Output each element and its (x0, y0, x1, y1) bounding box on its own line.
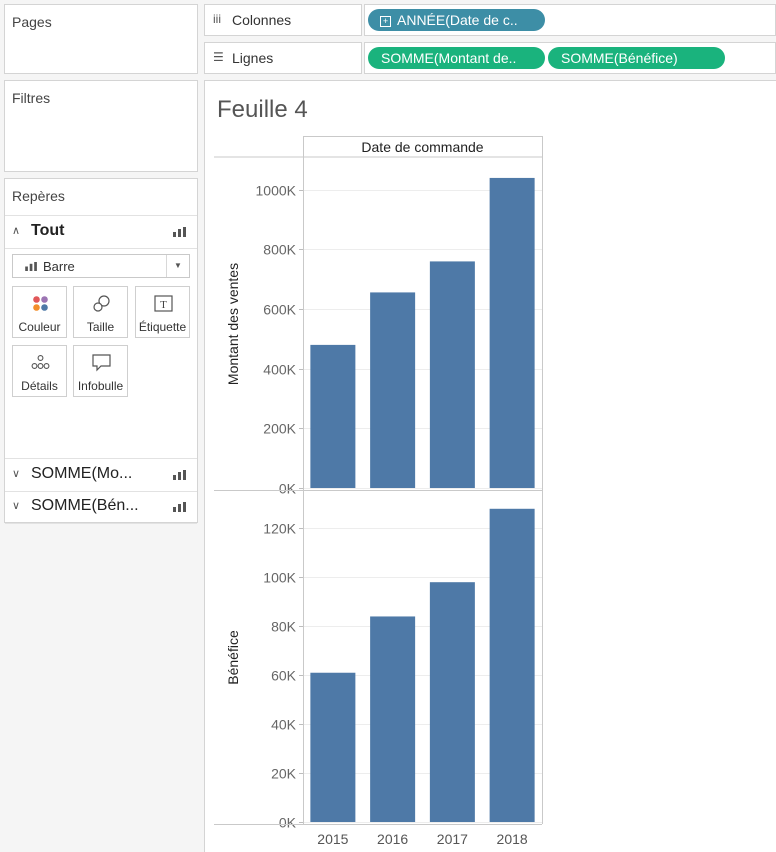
rows-label: Lignes (232, 50, 274, 66)
columns-shelf: iii Colonnes + ANNÉE(Date de c.. (204, 4, 776, 36)
color-label: Couleur (18, 320, 61, 334)
rows-icon: ☰ (213, 50, 224, 64)
columns-shelf-label: iii Colonnes (204, 4, 362, 36)
filters-card[interactable]: Filtres (4, 80, 198, 172)
color-button[interactable]: Couleur (12, 286, 67, 338)
rows-shelf-label: ☰ Lignes (204, 42, 362, 74)
columns-label: Colonnes (232, 12, 292, 28)
label-label: Étiquette (138, 320, 187, 334)
chevron-down-icon[interactable]: ∨ (12, 467, 20, 480)
expand-icon[interactable]: + (380, 16, 391, 27)
columns-icon: iii (213, 12, 221, 26)
label-button[interactable]: T Étiquette (135, 286, 190, 338)
column-pill-label: ANNÉE(Date de c.. (397, 12, 518, 28)
tooltip-icon (92, 354, 111, 372)
size-label: Taille (86, 320, 115, 334)
row-pill-profit[interactable]: SOMME(Bénéfice) (548, 47, 725, 69)
measure-row-label: SOMME(Bén... (31, 497, 139, 514)
pages-title: Pages (12, 14, 52, 30)
bar-chart-icon (25, 262, 37, 271)
marks-measure-row-sales[interactable]: ∨ SOMME(Mo... (5, 458, 197, 492)
detail-button[interactable]: Détails (12, 345, 67, 397)
marks-card: Repères ∧ Tout Barre ▼ Couleur Taille T (4, 178, 198, 524)
mark-type-value: Barre (43, 259, 75, 274)
chevron-down-icon[interactable]: ▼ (166, 255, 189, 277)
marks-title: Repères (12, 188, 65, 204)
chevron-down-icon[interactable]: ∨ (12, 499, 20, 512)
column-pill-year[interactable]: + ANNÉE(Date de c.. (368, 9, 545, 31)
tooltip-button[interactable]: Infobulle (73, 345, 128, 397)
filters-title: Filtres (12, 90, 51, 106)
detail-icon (31, 355, 50, 369)
rows-drop-area[interactable]: SOMME(Montant de.. SOMME(Bénéfice) (364, 42, 776, 74)
detail-label: Détails (21, 379, 58, 393)
marks-all-label: Tout (31, 222, 65, 239)
mark-type-dropdown[interactable]: Barre ▼ (12, 254, 190, 278)
measure-row-label: SOMME(Mo... (31, 465, 133, 482)
sheet-title: Feuille 4 (217, 96, 308, 123)
row-pill-sales[interactable]: SOMME(Montant de.. (368, 47, 545, 69)
bar-chart-icon (173, 227, 186, 237)
chevron-up-icon[interactable]: ∧ (12, 224, 20, 237)
bar-chart-icon (173, 470, 186, 480)
bar-chart-icon (173, 502, 186, 512)
color-icon (33, 296, 48, 311)
view-area (204, 80, 776, 852)
columns-drop-area[interactable]: + ANNÉE(Date de c.. (364, 4, 776, 36)
size-button[interactable]: Taille (73, 286, 128, 338)
pages-card[interactable]: Pages (4, 4, 198, 74)
marks-all-row[interactable]: ∧ Tout (5, 215, 197, 249)
svg-text:T: T (160, 299, 167, 311)
rows-shelf: ☰ Lignes SOMME(Montant de.. SOMME(Bénéfi… (204, 42, 776, 74)
size-icon (93, 295, 110, 312)
marks-measure-row-profit[interactable]: ∨ SOMME(Bén... (5, 491, 197, 524)
text-label-icon: T (154, 295, 173, 312)
tooltip-label: Infobulle (77, 379, 124, 393)
